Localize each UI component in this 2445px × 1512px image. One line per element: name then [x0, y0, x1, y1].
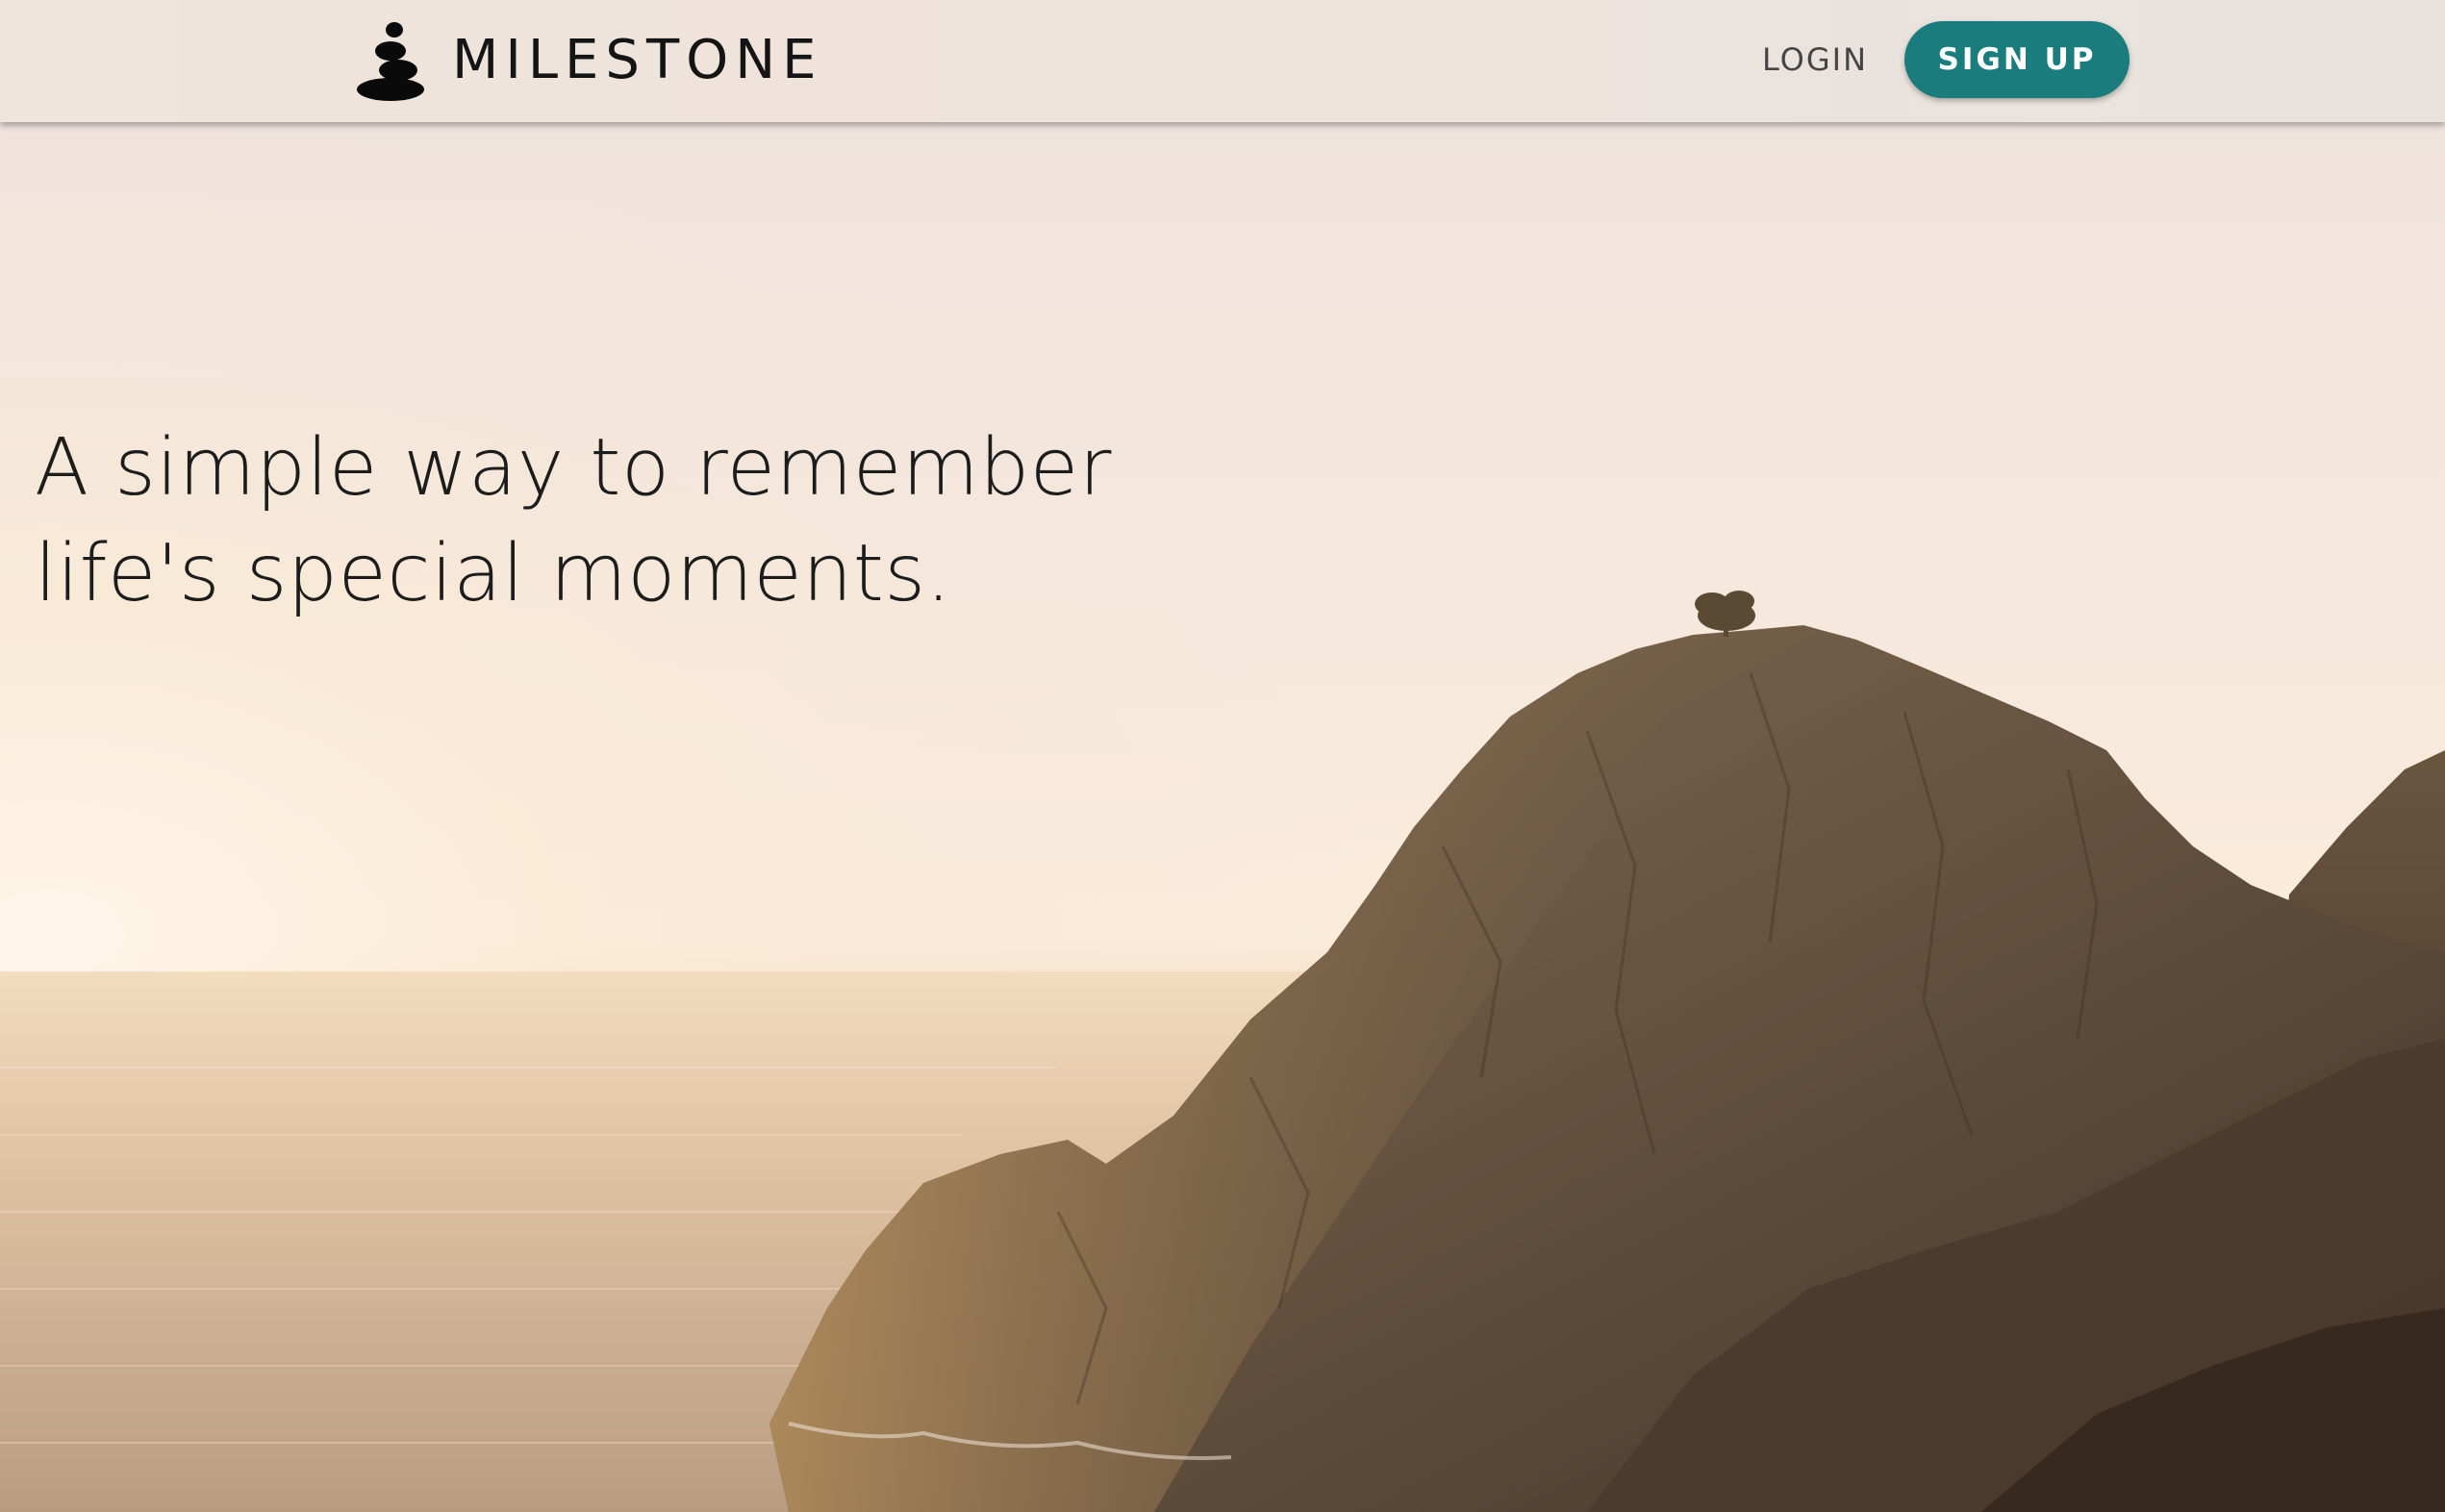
landing-page: MILESTONE LOGIN SIGN UP A simple way to … — [0, 0, 2445, 1512]
brand-name: MILESTONE — [452, 29, 823, 91]
hero-headline-line-1: A simple way to remember — [35, 422, 1112, 514]
nav-actions: LOGIN SIGN UP — [1762, 20, 2130, 99]
hero-background-image — [0, 0, 2445, 1512]
stacked-stones-icon — [357, 22, 424, 101]
hero-headline: A simple way to remember life's special … — [35, 416, 1189, 627]
top-navbar: MILESTONE LOGIN SIGN UP — [0, 0, 2445, 122]
signup-button[interactable]: SIGN UP — [1904, 21, 2130, 98]
hero-headline-line-2: life's special moments. — [35, 528, 952, 619]
brand[interactable]: MILESTONE — [356, 17, 823, 104]
login-link[interactable]: LOGIN — [1762, 32, 1868, 88]
